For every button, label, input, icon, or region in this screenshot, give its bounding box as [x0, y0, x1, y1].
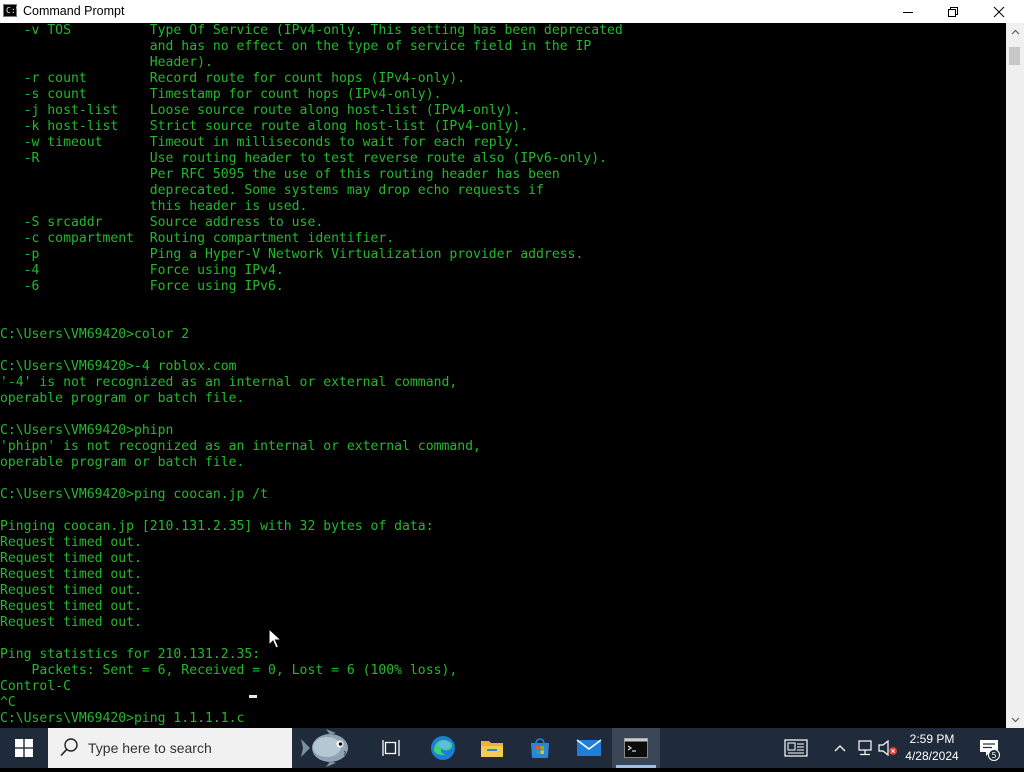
mail-icon	[576, 739, 602, 756]
minimize-button[interactable]	[885, 0, 931, 23]
search-icon	[60, 738, 78, 757]
search-highlight-fish-icon[interactable]	[300, 729, 354, 767]
task-view-icon	[382, 740, 400, 756]
microsoft-store-icon	[531, 738, 549, 758]
console-line: -w timeout Timeout in milliseconds to wa…	[0, 135, 521, 150]
console-line: C:\Users\VM69420>-4 roblox.com	[0, 359, 237, 374]
console-line: and has no effect on the type of service…	[0, 39, 592, 54]
command-prompt-icon	[624, 738, 648, 758]
window-title: Command Prompt	[23, 4, 125, 18]
taskbar-search-box[interactable]: Type here to search	[48, 728, 292, 768]
file-explorer-icon	[481, 741, 503, 757]
console-line: Request timed out.	[0, 599, 142, 614]
network-icon	[858, 740, 872, 756]
action-center-button[interactable]	[974, 728, 1004, 768]
console-line: '-4' is not recognized as an internal or…	[0, 375, 458, 390]
console-line: Ping statistics for 210.131.2.35:	[0, 647, 261, 662]
news-icon	[784, 739, 808, 757]
start-button[interactable]	[0, 728, 48, 768]
console-line: C:\Users\VM69420>ping coocan.jp /t	[0, 487, 269, 502]
taskbar: Type here to search 2:59 PM 4/28/2024	[0, 728, 1024, 768]
mouse-pointer-icon	[268, 628, 282, 649]
console-line: Request timed out.	[0, 551, 142, 566]
console-line: -j host-list Loose source route along ho…	[0, 103, 521, 118]
console-line: Header).	[0, 55, 213, 70]
console-line: operable program or batch file.	[0, 391, 245, 406]
search-placeholder: Type here to search	[88, 740, 212, 756]
console-line: this header is used.	[0, 199, 308, 214]
edge-button[interactable]	[420, 728, 466, 768]
console-line: -R Use routing header to test reverse ro…	[0, 151, 607, 166]
vertical-scrollbar[interactable]	[1006, 23, 1024, 728]
console-line: Per RFC 5095 the use of this routing hea…	[0, 167, 560, 182]
command-prompt-taskbar-button[interactable]	[612, 728, 660, 768]
show-hidden-icons-button[interactable]	[830, 728, 850, 768]
console-line: Pinging coocan.jp [210.131.2.35] with 32…	[0, 519, 434, 534]
maximize-button[interactable]	[930, 0, 976, 23]
fish-icon	[301, 729, 348, 767]
close-button[interactable]	[976, 0, 1022, 23]
clock-time: 2:59 PM	[909, 732, 955, 746]
restore-icon	[948, 6, 958, 17]
task-view-button[interactable]	[369, 728, 415, 768]
console-line: Packets: Sent = 6, Received = 0, Lost = …	[0, 663, 458, 678]
text-cursor	[249, 695, 257, 698]
file-explorer-button[interactable]	[469, 728, 515, 768]
console-line: deprecated. Some systems may drop echo r…	[0, 183, 544, 198]
scroll-up-button[interactable]	[1006, 23, 1024, 40]
console-line: Request timed out.	[0, 535, 142, 550]
clock-date: 4/28/2024	[905, 749, 959, 763]
title-bar: C:\ Command Prompt	[0, 0, 1024, 23]
minimize-icon	[903, 11, 913, 13]
notification-count: 5	[991, 751, 996, 760]
console-line: Request timed out.	[0, 567, 142, 582]
news-button[interactable]	[778, 728, 814, 768]
console-line: -4 Force using IPv4.	[0, 263, 284, 278]
mail-button[interactable]	[566, 728, 612, 768]
scrollbar-thumb[interactable]	[1009, 47, 1020, 65]
console-line: C:\Users\VM69420>color 2	[0, 327, 190, 342]
system-clock[interactable]: 2:59 PM 4/28/2024	[896, 731, 968, 765]
console-line: Control-C	[0, 679, 71, 694]
network-button[interactable]	[853, 728, 877, 768]
console-line: -c compartment Routing compartment ident…	[0, 231, 395, 246]
console-line: Request timed out.	[0, 615, 142, 630]
command-prompt-app-icon[interactable]: C:\	[3, 4, 21, 17]
console-line: Request timed out.	[0, 583, 142, 598]
console-line: C:\Users\VM69420>ping 1.1.1.1.c	[0, 711, 245, 726]
console-line: -6 Force using IPv6.	[0, 279, 284, 294]
scroll-down-button[interactable]	[1006, 711, 1024, 728]
console-line: -r count Record route for count hops (IP…	[0, 71, 466, 86]
console-line: -p Ping a Hyper-V Network Virtualization…	[0, 247, 584, 262]
chevron-up-icon	[1011, 29, 1019, 34]
console-line: -v TOS Type Of Service (IPv4-only. This …	[0, 23, 623, 38]
app-icon-text: C:\	[6, 6, 21, 15]
console-line: operable program or batch file.	[0, 455, 245, 470]
console-line: -S srcaddr Source address to use.	[0, 215, 324, 230]
console-output[interactable]: -v TOS Type Of Service (IPv4-only. This …	[0, 23, 1006, 728]
console-line: -s count Timestamp for count hops (IPv4-…	[0, 87, 442, 102]
notification-count-badge: 5	[988, 749, 1000, 761]
chevron-up-icon	[834, 745, 846, 752]
console-line: -k host-list Strict source route along h…	[0, 119, 529, 134]
console-line: C:\Users\VM69420>phipn	[0, 423, 174, 438]
chevron-down-icon	[1011, 717, 1019, 722]
edge-icon	[431, 736, 455, 760]
console-line: 'phipn' is not recognized as an internal…	[0, 439, 481, 454]
volume-muted-icon	[878, 740, 897, 756]
close-icon	[993, 6, 1005, 17]
windows-start-icon	[15, 739, 33, 757]
console-line: ^C	[0, 695, 16, 710]
microsoft-store-button[interactable]	[517, 728, 563, 768]
